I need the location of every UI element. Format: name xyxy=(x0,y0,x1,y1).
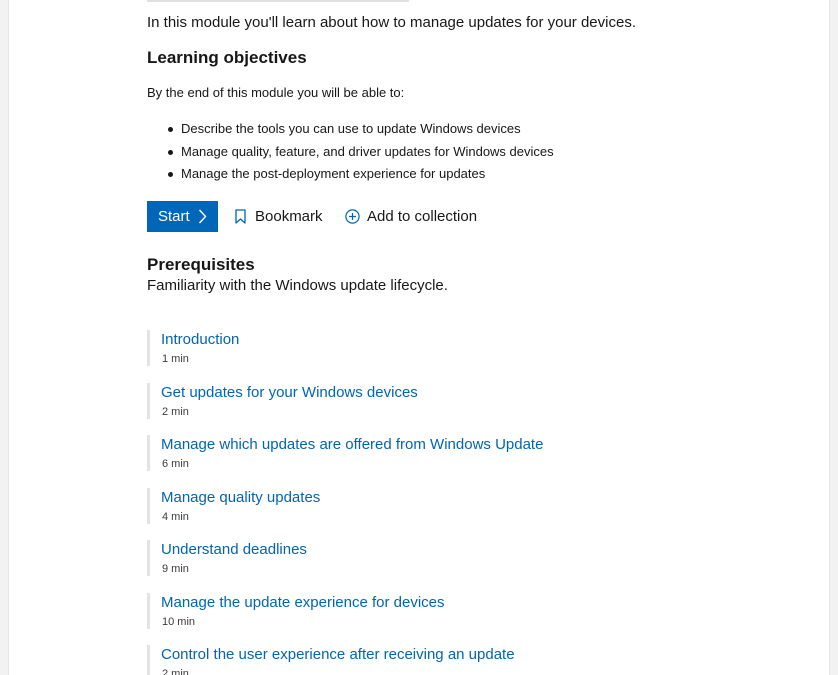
unit-divider xyxy=(147,487,150,524)
objective-item: Describe the tools you can use to update… xyxy=(147,120,554,143)
unit-list: Introduction 1 min Get updates for your … xyxy=(147,330,747,675)
unit-duration: 9 min xyxy=(162,563,189,575)
bullet-icon xyxy=(168,149,173,155)
unit-link[interactable]: Manage which updates are offered from Wi… xyxy=(161,435,543,455)
learning-objectives-list: Describe the tools you can use to update… xyxy=(147,120,554,188)
module-page: In this module you'll learn about how to… xyxy=(8,0,830,675)
unit-divider xyxy=(147,645,150,675)
unit-divider xyxy=(147,382,150,419)
unit-link[interactable]: Understand deadlines xyxy=(161,540,307,560)
unit-duration: 6 min xyxy=(162,458,189,470)
unit-item: Introduction 1 min xyxy=(147,330,747,383)
add-to-collection-button[interactable]: Add to collection xyxy=(345,201,477,232)
objective-text: Manage the post-deployment experience fo… xyxy=(181,166,486,181)
bookmark-label: Bookmark xyxy=(255,208,323,225)
unit-divider xyxy=(147,592,150,629)
unit-duration: 1 min xyxy=(162,353,189,365)
objective-text: Manage quality, feature, and driver upda… xyxy=(181,143,554,159)
unit-link[interactable]: Control the user experience after receiv… xyxy=(161,645,515,665)
unit-item: Manage the update experience for devices… xyxy=(147,592,747,646)
objective-text: Describe the tools you can use to update… xyxy=(181,121,521,136)
unit-link[interactable]: Introduction xyxy=(161,330,239,350)
unit-link[interactable]: Manage the update experience for devices xyxy=(161,593,445,613)
objective-item: Manage the post-deployment experience fo… xyxy=(147,165,554,188)
start-button-label: Start xyxy=(158,208,190,225)
unit-item: Manage quality updates 4 min xyxy=(147,487,747,541)
header-divider xyxy=(147,0,409,2)
module-intro: In this module you'll learn about how to… xyxy=(147,14,636,31)
bookmark-icon xyxy=(235,209,246,224)
unit-divider xyxy=(147,435,150,471)
unit-duration: 4 min xyxy=(162,510,189,523)
unit-divider xyxy=(147,540,150,576)
add-to-collection-label: Add to collection xyxy=(367,208,478,225)
learning-objectives-heading: Learning objectives xyxy=(147,48,307,67)
unit-item: Understand deadlines 9 min xyxy=(147,540,747,593)
unit-item: Get updates for your Windows devices 2 m… xyxy=(147,382,747,436)
bookmark-button[interactable]: Bookmark xyxy=(235,201,323,232)
unit-link[interactable]: Manage quality updates xyxy=(161,488,320,508)
add-circle-icon xyxy=(345,209,360,224)
bullet-icon xyxy=(168,172,173,177)
unit-item: Control the user experience after receiv… xyxy=(147,645,747,675)
bullet-icon xyxy=(168,127,173,132)
unit-link[interactable]: Get updates for your Windows devices xyxy=(161,383,418,403)
unit-duration: 2 min xyxy=(162,668,189,675)
prerequisites-heading: Prerequisites xyxy=(147,255,255,274)
chevron-right-icon xyxy=(198,209,207,224)
unit-duration: 10 min xyxy=(162,615,196,628)
unit-item: Manage which updates are offered from Wi… xyxy=(147,435,747,488)
unit-divider xyxy=(147,330,150,366)
unit-duration: 2 min xyxy=(162,405,189,418)
objective-item: Manage quality, feature, and driver upda… xyxy=(147,143,554,166)
prerequisites-text: Familiarity with the Windows update life… xyxy=(147,277,448,294)
learning-objectives-lead: By the end of this module you will be ab… xyxy=(147,85,405,100)
start-button[interactable]: Start xyxy=(147,201,218,232)
